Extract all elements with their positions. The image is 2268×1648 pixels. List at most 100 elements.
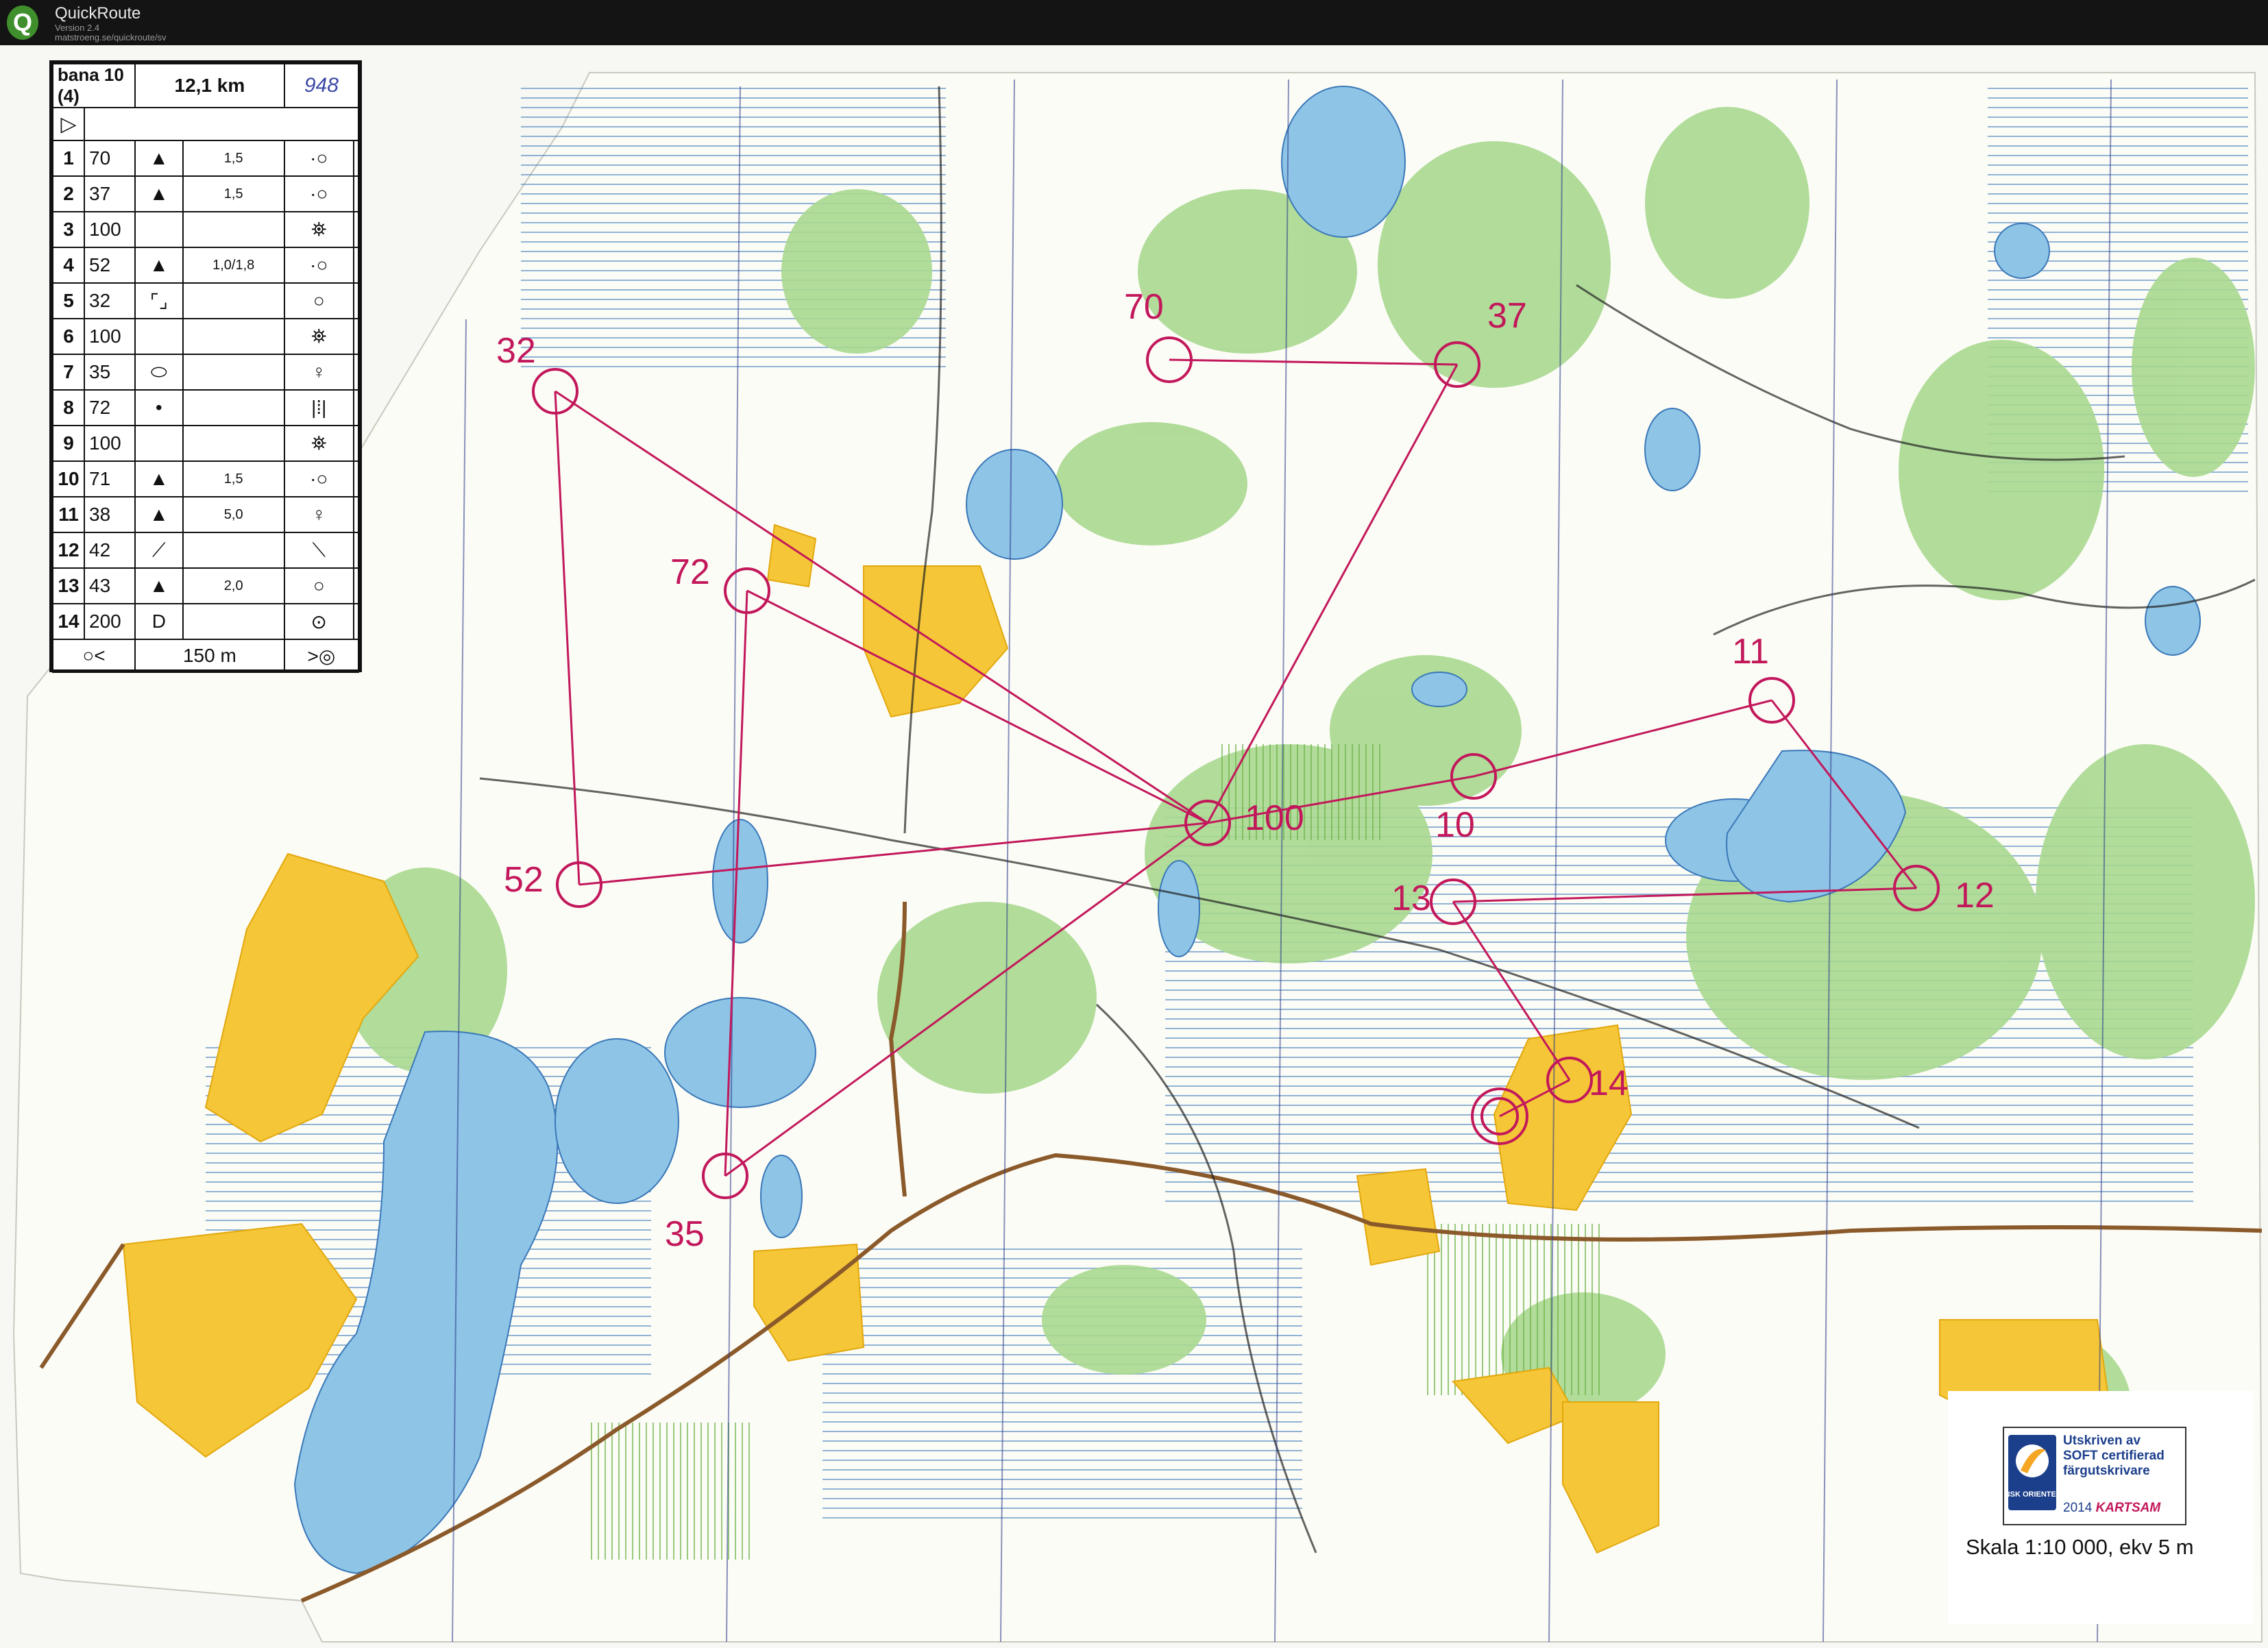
control-feature-icon: ▲ <box>134 247 184 284</box>
control-row: 12 42 ⟋ ⟍ <box>52 532 360 569</box>
control-feature-icon: • <box>134 389 184 426</box>
app-version: Version 2.4 <box>55 23 100 33</box>
control-row: 14 200 D ⊙ <box>52 603 360 640</box>
badge-line1: Utskriven av <box>2063 1434 2141 1448</box>
badge-line3: färgutskrivare <box>2063 1464 2150 1478</box>
control-detail-icon: ○ <box>283 282 354 319</box>
control-detail-icon: |⁞| <box>283 389 354 426</box>
control-feature-icon: ⟋ <box>134 532 184 569</box>
control-code: 70 <box>84 140 136 177</box>
control-code: 100 <box>84 211 136 248</box>
control-label: 13 <box>1391 878 1431 918</box>
start-row <box>84 107 359 141</box>
map-scale: Skala 1:10 000, ekv 5 m <box>1966 1535 2194 1559</box>
control-number: 5 <box>52 282 85 319</box>
control-blank-cell <box>352 532 360 569</box>
control-label: 32 <box>496 331 536 371</box>
quickroute-logo-icon: Q <box>7 5 38 40</box>
control-code: 37 <box>84 175 136 212</box>
control-number: 3 <box>52 211 85 248</box>
control-blank-cell <box>352 318 360 355</box>
handwritten-number: 948 <box>283 63 360 108</box>
control-row: 2 37 ▲ 1,5 ·○ <box>52 175 360 212</box>
control-description-sheet: bana 10 (4) 12,1 km 948 ▷ 1 70 ▲ 1,5 ·○ 2 37 ▲ 1… <box>49 60 362 673</box>
control-label: 14 <box>1589 1063 1629 1103</box>
control-size <box>182 425 285 462</box>
control-blank-cell <box>352 603 360 640</box>
control-feature-icon: D <box>134 603 184 640</box>
control-number: 8 <box>52 389 85 426</box>
app-title: QuickRoute <box>55 4 141 23</box>
control-feature-icon <box>134 318 184 355</box>
control-size: 5,0 <box>182 496 285 533</box>
control-row: 13 43 ▲ 2,0 ○ <box>52 567 360 604</box>
control-size: 1,0/1,8 <box>182 247 285 284</box>
control-feature-icon: ▲ <box>134 496 184 533</box>
control-label: 70 <box>1124 287 1164 327</box>
control-feature-icon: ▲ <box>134 140 184 177</box>
control-size: 2,0 <box>182 567 285 604</box>
badge-brand: KARTSAM <box>2095 1501 2161 1515</box>
control-number: 14 <box>52 603 85 640</box>
control-label: 11 <box>1732 632 1769 672</box>
control-detail-icon: ⟍ <box>283 532 354 569</box>
control-row: 10 71 ▲ 1,5 ·○ <box>52 460 360 497</box>
finish-distance: 150 m <box>134 639 285 673</box>
control-size <box>182 532 285 569</box>
control-size: 1,5 <box>182 460 285 497</box>
control-number: 13 <box>52 567 85 604</box>
control-detail-icon: ⊙ <box>283 603 354 640</box>
control-label: 52 <box>504 860 544 900</box>
finish-left-icon: ○< <box>52 639 136 673</box>
control-row: 5 32 ⌜⌟ ○ <box>52 282 360 319</box>
control-label: 10 <box>1435 805 1475 845</box>
control-blank-cell <box>352 175 360 212</box>
app-titlebar: Q QuickRoute Version 2.4 matstroeng.se/q… <box>0 0 2268 45</box>
control-number: 1 <box>52 140 85 177</box>
control-number: 4 <box>52 247 85 284</box>
control-blank-cell <box>352 354 360 391</box>
control-code: 32 <box>84 282 136 319</box>
control-size: 1,5 <box>182 175 285 212</box>
control-label: 37 <box>1487 296 1527 336</box>
control-label: 100 <box>1245 798 1304 838</box>
badge-org: SVENSK ORIENTERING <box>2008 1490 2056 1499</box>
control-detail-icon: ♀ <box>283 354 354 391</box>
control-detail-icon: ·○ <box>283 460 354 497</box>
control-blank-cell <box>352 140 360 177</box>
control-size: 1,5 <box>182 140 285 177</box>
control-detail-icon: ⛯ <box>283 318 354 355</box>
control-row: 8 72 • |⁞| <box>52 389 360 426</box>
control-row: 4 52 ▲ 1,0/1,8 ·○ <box>52 247 360 284</box>
control-blank-cell <box>352 282 360 319</box>
badge-year: 2014 <box>2063 1501 2093 1515</box>
control-row: 7 35 ⬭ ♀ <box>52 354 360 391</box>
control-size <box>182 318 285 355</box>
control-row: 1 70 ▲ 1,5 ·○ <box>52 140 360 177</box>
control-size <box>182 603 285 640</box>
control-detail-icon: ⛯ <box>283 425 354 462</box>
app-version-url: Version 2.4 matstroeng.se/quickroute/sv <box>55 23 167 42</box>
app-url: matstroeng.se/quickroute/sv <box>55 32 167 42</box>
control-feature-icon <box>134 425 184 462</box>
control-number: 11 <box>52 496 85 533</box>
control-feature-icon: ⌜⌟ <box>134 282 184 319</box>
control-row: 6 100 ⛯ <box>52 318 360 355</box>
control-size <box>182 389 285 426</box>
control-number: 9 <box>52 425 85 462</box>
finish-right-icon: >◎ <box>283 639 360 673</box>
control-detail-icon: ·○ <box>283 140 354 177</box>
control-blank-cell <box>352 211 360 248</box>
control-feature-icon: ⬭ <box>134 354 184 391</box>
start-icon: ▷ <box>52 107 85 141</box>
control-blank-cell <box>352 496 360 533</box>
control-size <box>182 211 285 248</box>
control-rows: 1 70 ▲ 1,5 ·○ 2 37 ▲ 1,5 ·○ 3 100 ⛯ 4 52 ▲ 1,0/1,8 ·○ 5 32 ⌜… <box>52 140 360 640</box>
control-detail-icon: ·○ <box>283 247 354 284</box>
control-detail-icon: ·○ <box>283 175 354 212</box>
control-code: 71 <box>84 460 136 497</box>
control-code: 52 <box>84 247 136 284</box>
control-feature-icon: ▲ <box>134 567 184 604</box>
badge-line2: SOFT certifierad <box>2063 1449 2165 1463</box>
control-blank-cell <box>352 389 360 426</box>
